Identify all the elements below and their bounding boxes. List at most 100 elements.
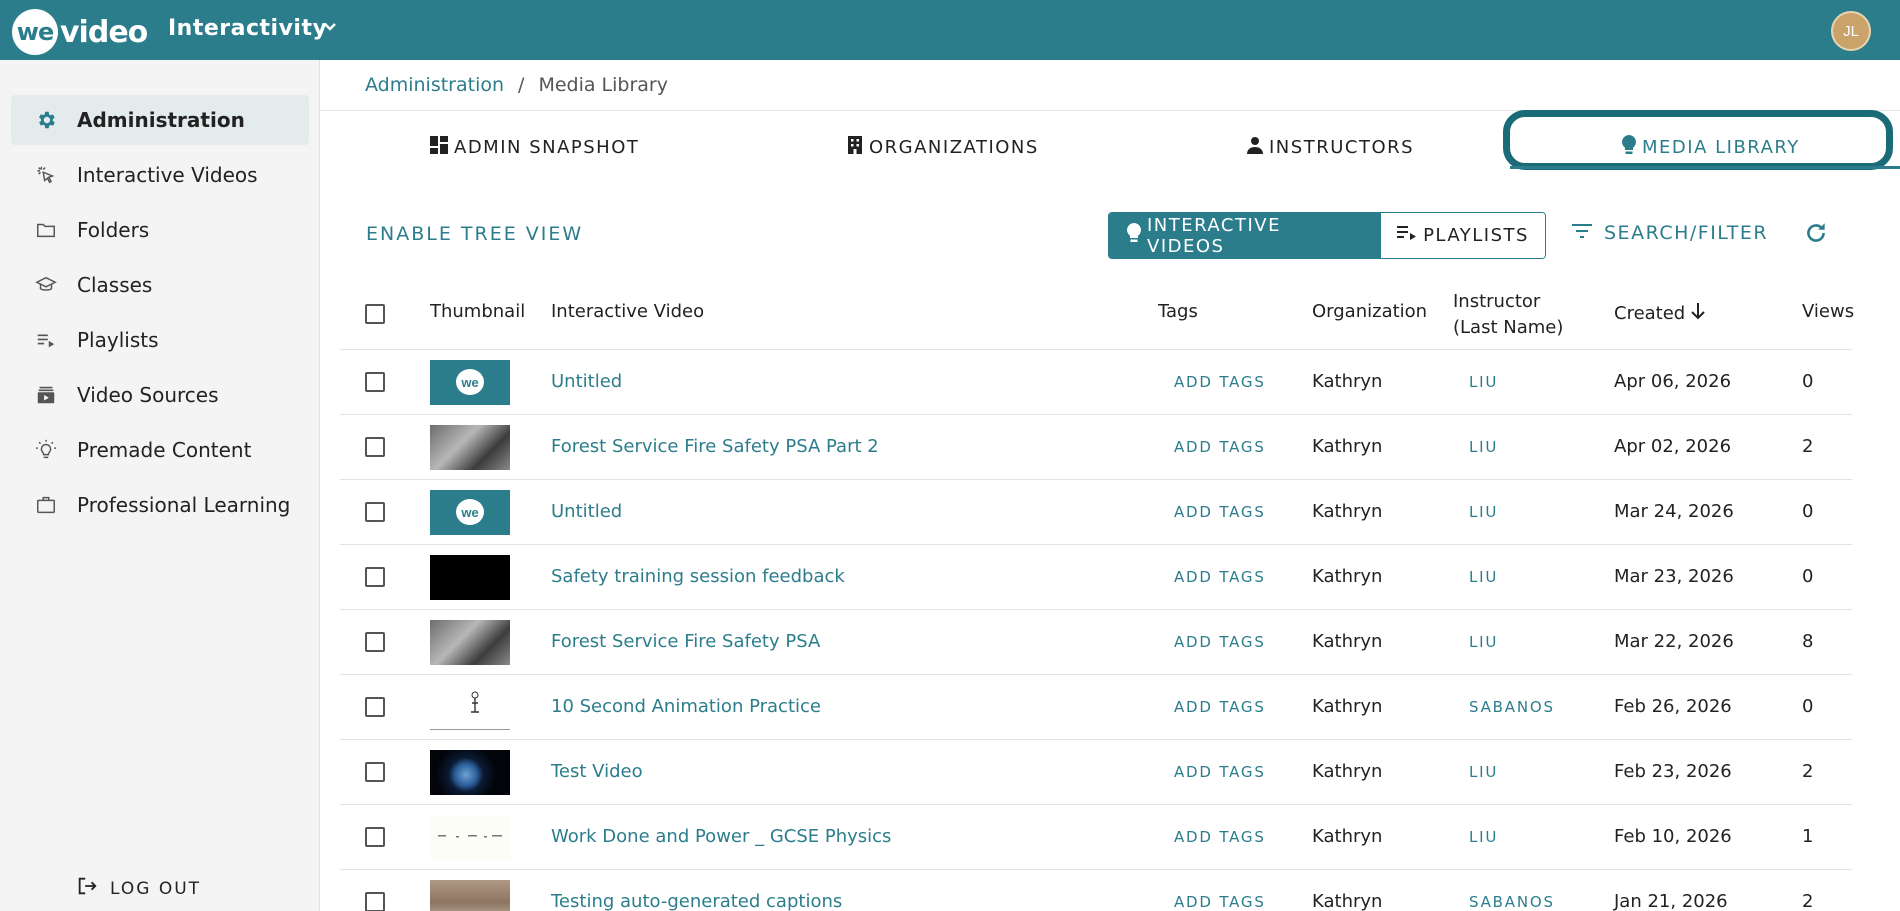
video-thumbnail[interactable] bbox=[430, 424, 510, 470]
add-tags-button[interactable]: ADD TAGS bbox=[1174, 698, 1266, 716]
row-divider bbox=[340, 479, 1852, 480]
product-title[interactable]: Interactivity bbox=[168, 16, 327, 41]
header-views[interactable]: Views bbox=[1802, 301, 1854, 322]
select-all-checkbox[interactable] bbox=[365, 304, 385, 324]
instructor-link[interactable]: LIU bbox=[1469, 633, 1498, 651]
toggle-label: PLAYLISTS bbox=[1423, 225, 1529, 246]
video-title-link[interactable]: Work Done and Power _ GCSE Physics bbox=[551, 826, 891, 847]
arrow-down-icon bbox=[1689, 301, 1707, 326]
video-title-link[interactable]: Test Video bbox=[551, 761, 643, 782]
row-checkbox[interactable] bbox=[365, 826, 385, 847]
instructor-link[interactable]: LIU bbox=[1469, 568, 1498, 586]
header-created[interactable]: Created bbox=[1614, 301, 1707, 326]
row-checkbox[interactable] bbox=[365, 891, 385, 911]
video-title-link[interactable]: Forest Service Fire Safety PSA bbox=[551, 631, 820, 652]
briefcase-icon bbox=[27, 494, 65, 516]
refresh-icon[interactable] bbox=[1803, 220, 1829, 251]
sidebar-item-label: Folders bbox=[77, 218, 150, 242]
instructor-link[interactable]: LIU bbox=[1469, 503, 1498, 521]
video-thumbnail[interactable] bbox=[430, 554, 510, 600]
header-created-label: Created bbox=[1614, 303, 1686, 324]
add-tags-button[interactable]: ADD TAGS bbox=[1174, 568, 1266, 586]
video-title-link[interactable]: Forest Service Fire Safety PSA Part 2 bbox=[551, 436, 879, 457]
created-date-cell: Jan 21, 2026 bbox=[1614, 890, 1728, 911]
video-thumbnail[interactable] bbox=[430, 749, 510, 795]
video-title-link[interactable]: 10 Second Animation Practice bbox=[551, 696, 821, 717]
sidebar-item-professional-learning[interactable]: Professional Learning bbox=[11, 480, 309, 530]
row-checkbox[interactable] bbox=[365, 631, 385, 652]
video-thumbnail[interactable] bbox=[430, 879, 510, 911]
add-tags-button[interactable]: ADD TAGS bbox=[1174, 763, 1266, 781]
row-checkbox[interactable] bbox=[365, 761, 385, 782]
header-instructor[interactable]: Instructor (Last Name) bbox=[1453, 289, 1563, 341]
tab-instructors[interactable]: INSTRUCTORS bbox=[1247, 132, 1414, 162]
row-checkbox[interactable] bbox=[365, 436, 385, 457]
add-tags-button[interactable]: ADD TAGS bbox=[1174, 633, 1266, 651]
tab-media-library[interactable]: MEDIA LIBRARY bbox=[1622, 132, 1800, 162]
tab-label: ORGANIZATIONS bbox=[869, 136, 1039, 158]
video-title-link[interactable]: Untitled bbox=[551, 501, 622, 522]
video-title-link[interactable]: Untitled bbox=[551, 371, 622, 392]
video-library-icon bbox=[27, 384, 65, 406]
sidebar-item-folders[interactable]: Folders bbox=[11, 205, 309, 255]
header-thumbnail: Thumbnail bbox=[430, 301, 526, 322]
organization-cell: Kathryn bbox=[1312, 825, 1383, 847]
sidebar-item-video-sources[interactable]: Video Sources bbox=[11, 370, 309, 420]
instructor-link[interactable]: LIU bbox=[1469, 763, 1498, 781]
sidebar-item-premade-content[interactable]: Premade Content bbox=[11, 425, 309, 475]
sidebar-item-playlists[interactable]: Playlists bbox=[11, 315, 309, 365]
video-title-link[interactable]: Safety training session feedback bbox=[551, 566, 845, 587]
video-thumbnail[interactable] bbox=[430, 684, 510, 730]
breadcrumb-administration[interactable]: Administration bbox=[365, 74, 504, 96]
views-cell: 2 bbox=[1802, 435, 1814, 457]
row-checkbox[interactable] bbox=[365, 501, 385, 522]
interactive-videos-toggle[interactable]: INTERACTIVE VIDEOS bbox=[1109, 213, 1381, 258]
video-thumbnail[interactable] bbox=[430, 814, 510, 860]
video-title-link[interactable]: Testing auto-generated captions bbox=[551, 891, 842, 911]
video-thumbnail[interactable] bbox=[430, 619, 510, 665]
lightbulb-icon bbox=[1127, 223, 1141, 248]
sidebar-item-administration[interactable]: Administration bbox=[11, 95, 309, 145]
tab-organizations[interactable]: ORGANIZATIONS bbox=[847, 132, 1039, 162]
video-thumbnail[interactable]: we bbox=[430, 489, 510, 535]
top-bar: we video Interactivity JL bbox=[0, 0, 1900, 60]
instructor-link[interactable]: LIU bbox=[1469, 828, 1498, 846]
add-tags-button[interactable]: ADD TAGS bbox=[1174, 893, 1266, 911]
created-date-cell: Feb 10, 2026 bbox=[1614, 825, 1732, 847]
lightbulb-icon bbox=[27, 439, 65, 461]
graduation-cap-icon bbox=[27, 274, 65, 296]
add-tags-button[interactable]: ADD TAGS bbox=[1174, 503, 1266, 521]
row-checkbox[interactable] bbox=[365, 566, 385, 587]
instructor-link[interactable]: LIU bbox=[1469, 438, 1498, 456]
row-checkbox[interactable] bbox=[365, 371, 385, 392]
add-tags-button[interactable]: ADD TAGS bbox=[1174, 438, 1266, 456]
view-toggle-group: INTERACTIVE VIDEOS PLAYLISTS bbox=[1108, 212, 1546, 259]
created-date-cell: Apr 06, 2026 bbox=[1614, 370, 1732, 392]
instructor-link[interactable]: LIU bbox=[1469, 373, 1498, 391]
row-checkbox[interactable] bbox=[365, 696, 385, 717]
add-tags-button[interactable]: ADD TAGS bbox=[1174, 373, 1266, 391]
header-tags: Tags bbox=[1158, 301, 1198, 322]
video-thumbnail[interactable]: we bbox=[430, 359, 510, 405]
header-organization[interactable]: Organization bbox=[1312, 301, 1427, 322]
sidebar-item-classes[interactable]: Classes bbox=[11, 260, 309, 310]
views-cell: 0 bbox=[1802, 370, 1814, 392]
search-filter-button[interactable]: SEARCH/FILTER bbox=[1572, 222, 1768, 244]
header-interactive-video[interactable]: Interactive Video bbox=[551, 301, 704, 322]
logo-we-mark: we bbox=[12, 9, 58, 55]
sidebar-item-interactive-videos[interactable]: Interactive Videos bbox=[11, 150, 309, 200]
enable-tree-view-button[interactable]: ENABLE TREE VIEW bbox=[366, 223, 583, 245]
user-avatar[interactable]: JL bbox=[1831, 11, 1871, 51]
instructor-link[interactable]: SABANOS bbox=[1469, 698, 1555, 716]
row-divider bbox=[340, 739, 1852, 740]
chevron-down-icon[interactable] bbox=[322, 19, 338, 40]
wevideo-logo[interactable]: we video bbox=[12, 9, 148, 55]
instructor-link[interactable]: SABANOS bbox=[1469, 893, 1555, 911]
playlists-toggle[interactable]: PLAYLISTS bbox=[1381, 213, 1545, 258]
header-divider bbox=[340, 349, 1852, 350]
views-cell: 2 bbox=[1802, 760, 1814, 782]
tab-admin-snapshot[interactable]: ADMIN SNAPSHOT bbox=[430, 132, 639, 162]
add-tags-button[interactable]: ADD TAGS bbox=[1174, 828, 1266, 846]
playlist-icon bbox=[27, 329, 65, 351]
logout-button[interactable]: LOG OUT bbox=[76, 875, 201, 902]
